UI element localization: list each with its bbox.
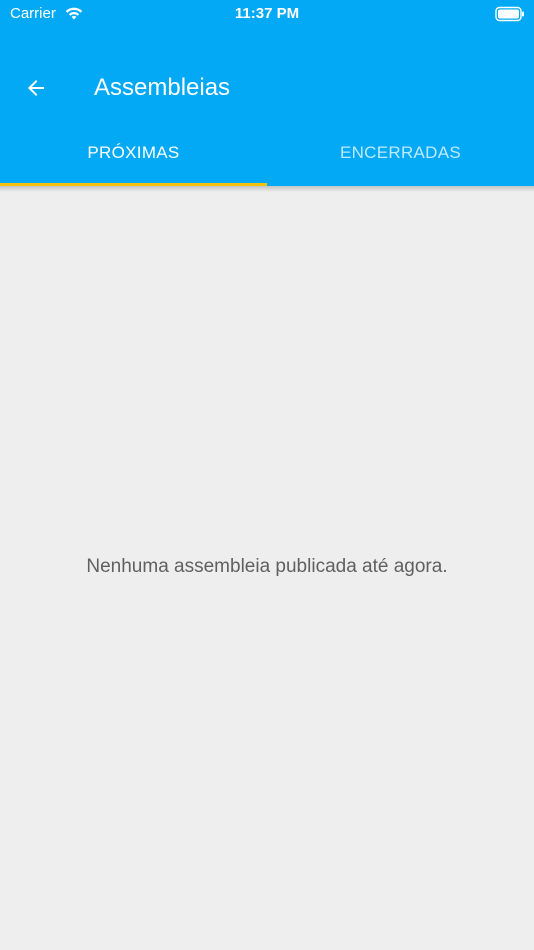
content-area: Nenhuma assembleia publicada até agora.: [0, 186, 534, 950]
tab-encerradas[interactable]: ENCERRADAS: [267, 122, 534, 186]
empty-state-message: Nenhuma assembleia publicada até agora.: [86, 556, 448, 577]
tab-label: PRÓXIMAS: [87, 143, 180, 162]
battery-icon: [495, 6, 524, 22]
tab-proximas[interactable]: PRÓXIMAS: [0, 122, 267, 186]
app-bar: Carrier 11:37 PM Assembleias PRÓXIMAS EN…: [0, 0, 534, 186]
arrow-left-icon: [28, 80, 44, 96]
status-bar: Carrier 11:37 PM: [0, 0, 534, 28]
back-button[interactable]: [16, 72, 56, 104]
tab-label: ENCERRADAS: [339, 143, 462, 162]
page-title: Assembleias: [94, 74, 231, 101]
tab-bar: PRÓXIMAS ENCERRADAS: [0, 122, 534, 186]
app-bar-shadow: [0, 186, 534, 192]
status-time: 11:37 PM: [234, 5, 300, 22]
toolbar: Assembleias: [0, 56, 534, 120]
